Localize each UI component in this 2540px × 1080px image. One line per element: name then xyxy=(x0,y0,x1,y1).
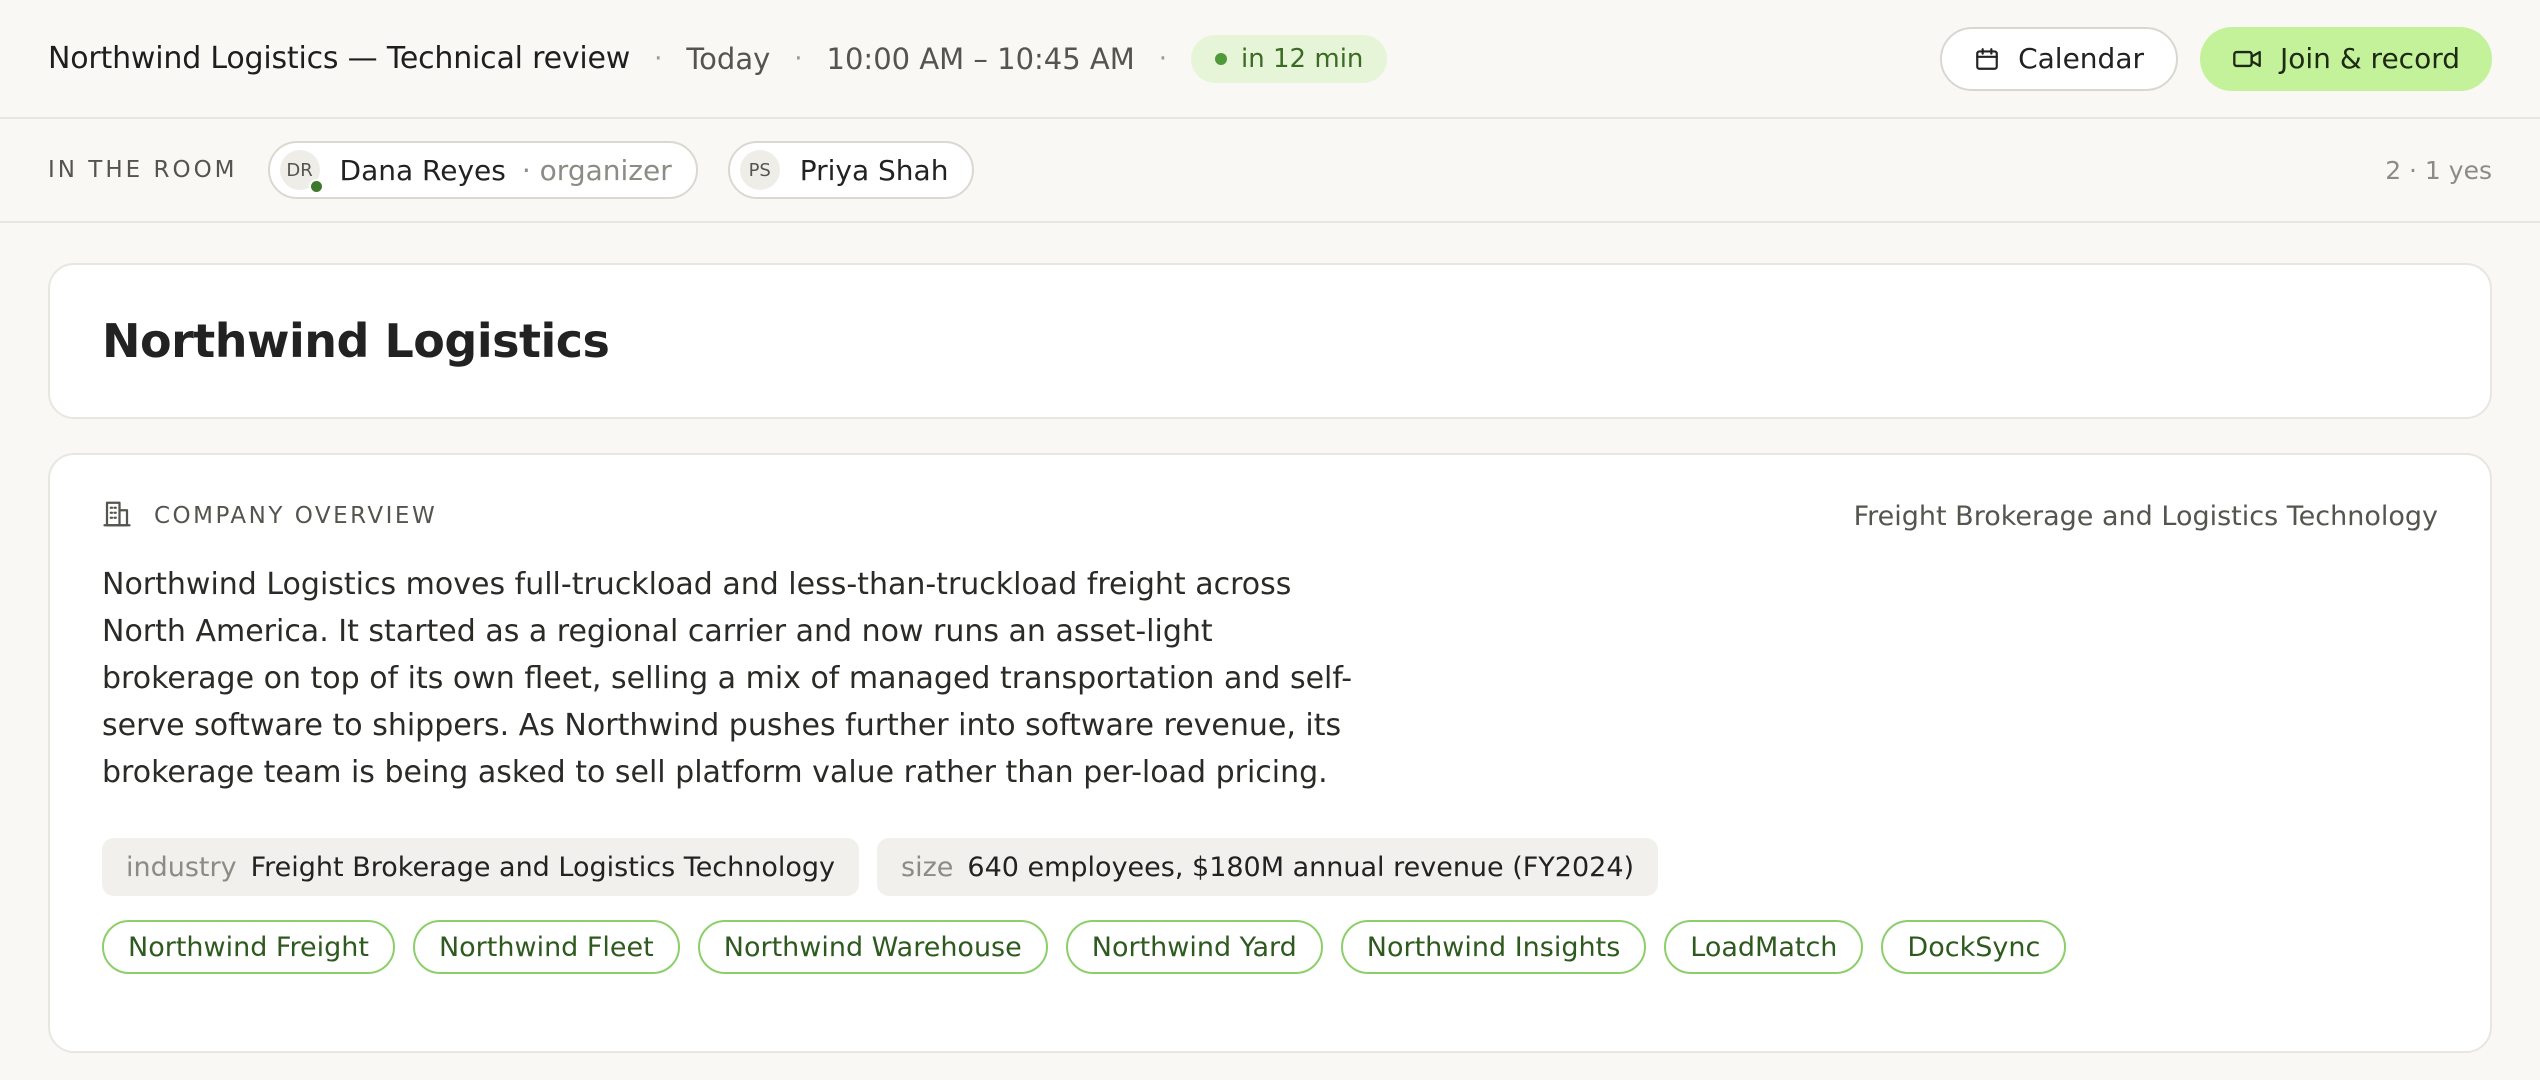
company-name: Northwind Logistics xyxy=(102,314,610,368)
fact-size: size 640 employees, $180M annual revenue… xyxy=(877,838,1659,896)
building-icon xyxy=(102,499,132,533)
product-tag[interactable]: Northwind Fleet xyxy=(412,920,680,974)
product-tag[interactable]: Northwind Warehouse xyxy=(697,920,1048,974)
separator-dot: · xyxy=(654,43,663,74)
calendar-button[interactable]: Calendar xyxy=(1940,26,2178,91)
product-tag[interactable]: Northwind Yard xyxy=(1065,920,1323,974)
product-tag[interactable]: Northwind Freight xyxy=(102,920,395,974)
product-tag[interactable]: Northwind Insights xyxy=(1340,920,1647,974)
fact-key: size xyxy=(901,851,954,883)
participant-name: Priya Shah xyxy=(799,153,949,187)
room-label: IN THE ROOM xyxy=(48,157,238,183)
fact-industry: industry Freight Brokerage and Logistics… xyxy=(102,838,860,896)
video-camera-icon xyxy=(2232,46,2262,72)
status-badge: in 12 min xyxy=(1191,34,1388,83)
section-label: COMPANY OVERVIEW xyxy=(154,503,438,529)
room-participants-bar: IN THE ROOM DR Dana Reyes · organizer PS… xyxy=(0,119,2540,223)
participant-role: · organizer xyxy=(521,153,672,187)
participant-chip[interactable]: PS Priya Shah xyxy=(727,141,975,199)
calendar-icon xyxy=(1974,46,2000,72)
separator-dot: · xyxy=(1158,43,1168,74)
avatar-initials: DR xyxy=(286,159,313,181)
avatar: PS xyxy=(739,150,780,190)
meeting-time: 10:00 AM – 10:45 AM xyxy=(826,41,1135,76)
fact-value: 640 employees, $180M annual revenue (FY2… xyxy=(967,851,1635,883)
status-text: in 12 min xyxy=(1241,43,1364,74)
overview-header: COMPANY OVERVIEW Freight Brokerage and L… xyxy=(102,499,2438,533)
status-dot-icon xyxy=(1215,52,1228,65)
online-status-icon xyxy=(308,179,324,194)
avatar: DR xyxy=(279,150,324,194)
participant-name: Dana Reyes xyxy=(339,153,506,187)
fact-value: Freight Brokerage and Logistics Technolo… xyxy=(250,851,836,883)
calendar-button-label: Calendar xyxy=(2018,42,2144,75)
meeting-title: Northwind Logistics — Technical review xyxy=(48,41,631,76)
company-category: Freight Brokerage and Logistics Technolo… xyxy=(1853,500,2438,532)
separator-dot: · xyxy=(794,43,803,74)
join-record-label: Join & record xyxy=(2280,42,2460,75)
avatar-initials: PS xyxy=(748,159,771,181)
product-tag[interactable]: LoadMatch xyxy=(1664,920,1864,974)
product-tags: Northwind Freight Northwind Fleet Northw… xyxy=(102,920,2438,974)
join-record-button[interactable]: Join & record xyxy=(2200,26,2492,91)
meeting-day: Today xyxy=(686,41,771,76)
company-description: Northwind Logistics moves full-truckload… xyxy=(102,567,1353,790)
meeting-header: Northwind Logistics — Technical review ·… xyxy=(0,0,2540,119)
company-facts: industry Freight Brokerage and Logistics… xyxy=(102,838,2438,896)
company-title-card: Northwind Logistics xyxy=(48,263,2492,419)
fact-key: industry xyxy=(126,851,237,883)
product-tag[interactable]: DockSync xyxy=(1881,920,2067,974)
participant-chip[interactable]: DR Dana Reyes · organizer xyxy=(267,141,698,199)
company-overview-card: COMPANY OVERVIEW Freight Brokerage and L… xyxy=(48,453,2492,1053)
attendance-count: 2 · 1 yes xyxy=(2385,155,2492,185)
